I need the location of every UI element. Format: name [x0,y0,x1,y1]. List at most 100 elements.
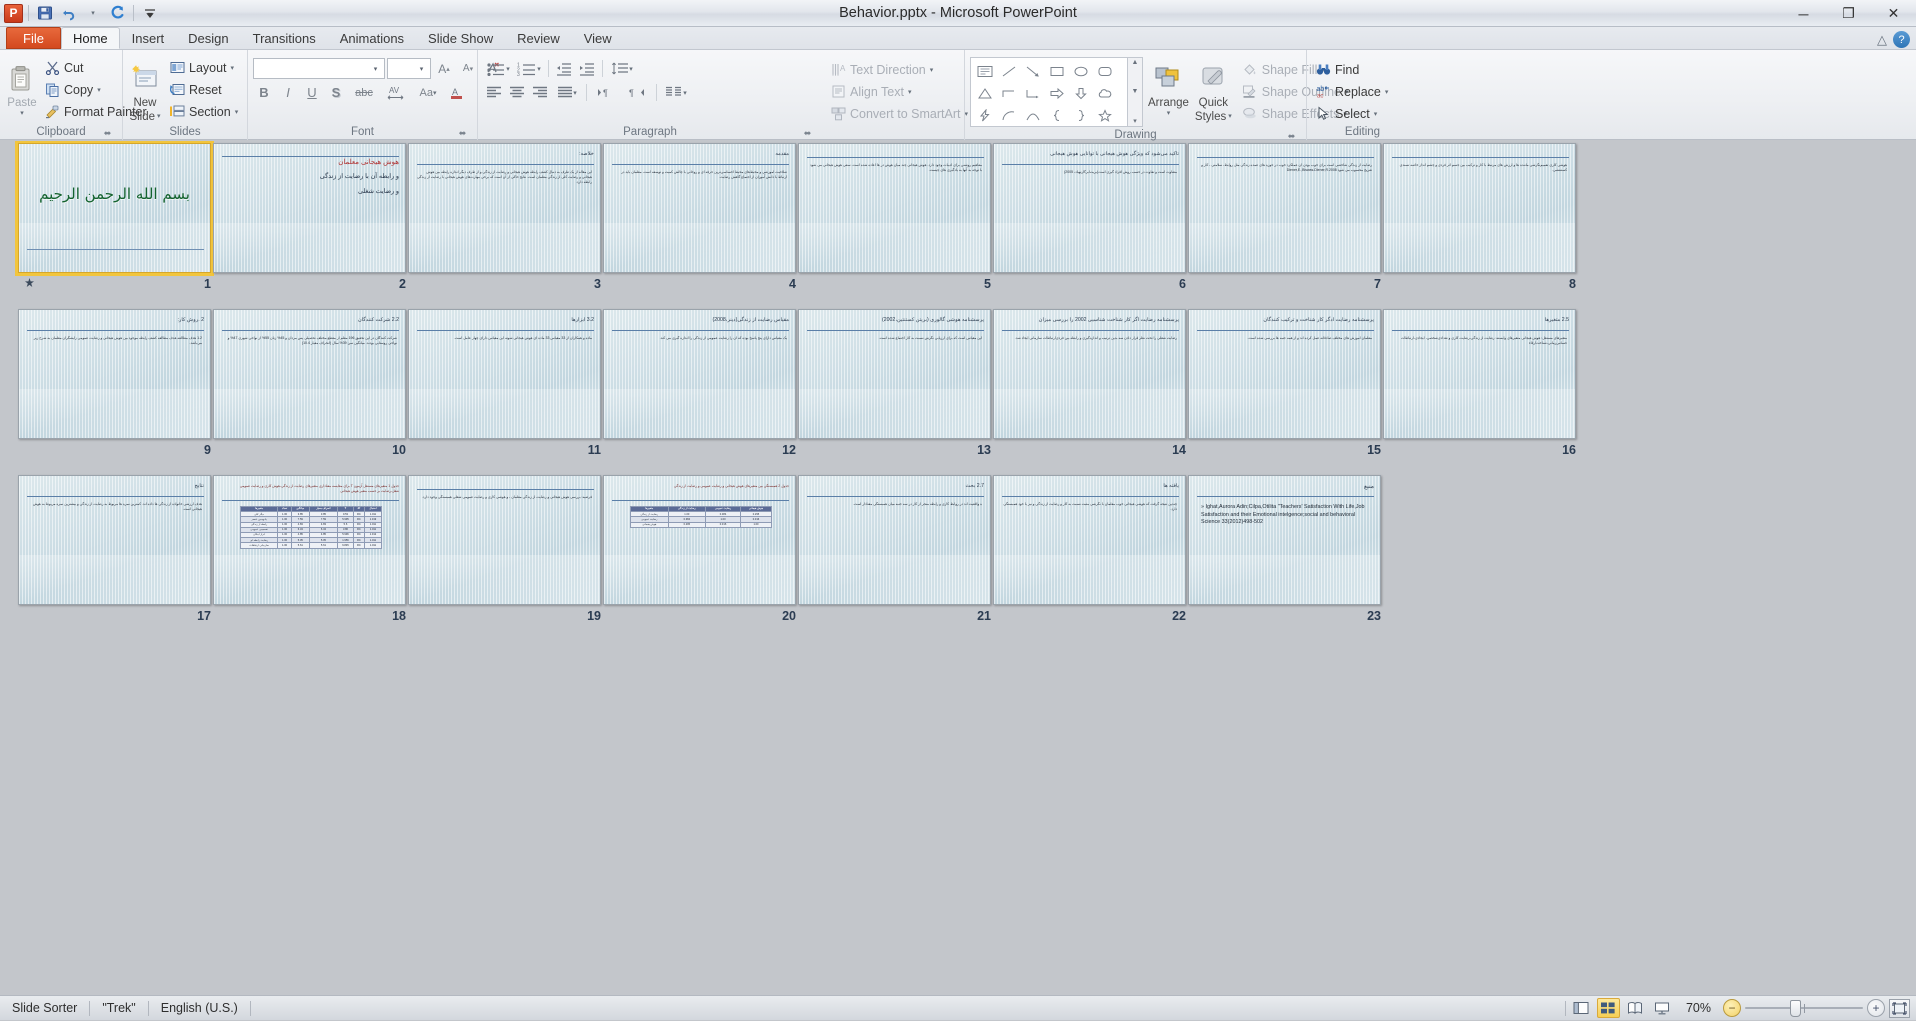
slide-surface[interactable]: رضایت از زندگی شاخصی است برای خوب بودن آ… [1188,143,1381,273]
right-to-left-icon[interactable]: ¶ [622,82,652,103]
shape-textbox-icon[interactable] [973,60,997,82]
slide-surface[interactable]: هوش هیجانی معلمانو رابطه آن با رضایت از … [213,143,406,273]
help-icon[interactable]: ? [1893,31,1910,48]
bullets-button[interactable]: ▾ [483,58,513,79]
change-case-button[interactable]: Aa▾ [413,82,443,103]
shape-down-arrow-icon[interactable] [1069,82,1093,104]
slide-thumbnail-14[interactable]: پرسشنامه رضایت اگر کار شناخت شناسیی 2002… [993,309,1186,461]
slide-surface[interactable]: بسم الله الرحمن الرحيم [18,143,211,273]
slide-sorter-view-button[interactable] [1597,998,1620,1018]
normal-view-button[interactable] [1570,998,1593,1018]
shape-lightning-icon[interactable] [973,104,997,126]
tab-design[interactable]: Design [176,27,240,49]
slide-thumbnail-3[interactable]: خلاصه:این مقاله از یک طرف به دنبال کشف ر… [408,143,601,295]
shape-right-brace-icon[interactable] [1069,104,1093,126]
slide-surface[interactable]: یافته هاچندین نتیجه گرفت که هوشی هیجانی … [993,475,1186,605]
convert-to-smartart-button[interactable]: Convert to SmartArt ▾ [827,103,974,124]
numbering-button[interactable]: 123▾ [514,58,544,79]
shape-star-icon[interactable] [1093,104,1117,126]
slide-thumbnail-1[interactable]: بسم الله الرحمن الرحيم1 [18,143,211,295]
text-direction-button[interactable]: A Text Direction ▾ [827,59,974,80]
slide-surface[interactable]: 2.5 متغیرهامتغیرهای مستقل: هوش هیجانی مت… [1383,309,1576,439]
slide-surface[interactable]: منبع» Ighat,Aurora Adin;Cilpa,Otilita "T… [1188,475,1381,605]
slide-surface[interactable]: مقیاس رضایت از زندگی(دینر،2008)یک مقیاس … [603,309,796,439]
slide-thumbnail-7[interactable]: رضایت از زندگی شاخصی است برای خوب بودن آ… [1188,143,1381,295]
justify-button[interactable]: ▾ [552,82,582,103]
decrease-indent-button[interactable] [553,58,575,79]
slide-thumbnail-23[interactable]: منبع» Ighat,Aurora Adin;Cilpa,Otilita "T… [1188,475,1381,627]
shape-rectangle-icon[interactable] [1045,60,1069,82]
slide-thumbnail-8[interactable]: هوشی کاری تعمیم‌نگرشی ماننده ها و ارزش ه… [1383,143,1576,295]
slide-surface[interactable]: 2 .روش کار:1.2 هدف مطالعه هدف مطالعه کشف… [18,309,211,439]
shape-arc-icon[interactable] [997,104,1021,126]
slide-thumbnail-10[interactable]: 2.2 شرکت کنندگانشرکت کنندگان در این تحقی… [213,309,406,461]
select-button[interactable]: Select ▾ [1312,103,1394,124]
slide-thumbnail-15[interactable]: پرسشنامه رضایت ادگر کار شناخت و ترکیب کن… [1188,309,1381,461]
grow-font-button[interactable]: A▴ [433,58,455,79]
tab-review[interactable]: Review [505,27,572,49]
slide-surface[interactable]: 3.2 ابزارهاماده و همکاران از 33 مقیاس 33… [408,309,601,439]
slide-surface[interactable]: مفاهیم روشنی برای ادبیات وجود دارد. هوش … [798,143,991,273]
shrink-font-button[interactable]: A▾ [457,58,479,79]
shape-right-arrow-icon[interactable] [1045,82,1069,104]
section-button[interactable]: Section ▾ [166,101,244,122]
fit-slide-to-window-icon[interactable] [1889,999,1910,1018]
new-slide-button[interactable]: New Slide ▾ [128,59,162,124]
zoom-percentage[interactable]: 70% [1678,1001,1719,1015]
slide-thumbnail-13[interactable]: پرسشنامه هوشی گالوری (بریتن کستنتین،2002… [798,309,991,461]
reset-button[interactable]: Reset [166,79,244,100]
slide-surface[interactable]: تاکید می‌شود که ویژگی هوش هیجانی با توان… [993,143,1186,273]
slide-sorter-pane[interactable]: بسم الله الرحمن الرحيم1هوش هیجانی معلمان… [0,141,1916,995]
align-left-button[interactable] [483,82,505,103]
shape-left-brace-icon[interactable] [1045,104,1069,126]
zoom-in-button[interactable]: + [1867,999,1885,1017]
slide-thumbnail-12[interactable]: مقیاس رضایت از زندگی(دینر،2008)یک مقیاس … [603,309,796,461]
shape-line-icon[interactable] [997,60,1021,82]
slide-surface[interactable]: هوشی کاری تعمیم‌نگرشی ماننده ها و ارزش ه… [1383,143,1576,273]
slide-thumbnail-9[interactable]: 2 .روش کار:1.2 هدف مطالعه هدف مطالعه کشف… [18,309,211,461]
tab-slide-show[interactable]: Slide Show [416,27,505,49]
font-dialog-launcher[interactable]: ⬌ [457,128,468,139]
find-button[interactable]: Find [1312,59,1394,80]
slide-thumbnail-19[interactable]: فرضیه: بررسی هوش هیجانی و رضایت از زندگی… [408,475,601,627]
zoom-out-button[interactable]: − [1723,999,1741,1017]
clipboard-dialog-launcher[interactable]: ⬌ [102,128,113,139]
shapes-gallery[interactable] [970,57,1128,127]
zoom-slider[interactable] [1745,999,1863,1017]
status-theme-name[interactable]: "Trek" [90,996,147,1021]
slide-thumbnail-20[interactable]: جدول 2 همبستگی بین متغیرهای هوش هیجانی و… [603,475,796,627]
align-right-button[interactable] [529,82,551,103]
shape-cloud-icon[interactable] [1093,82,1117,104]
layout-button[interactable]: Layout ▾ [166,57,244,78]
tab-file[interactable]: File [6,27,61,49]
italic-button[interactable]: I [277,82,299,103]
minimize-ribbon-icon[interactable]: △ [1877,32,1887,48]
slide-surface[interactable]: مقدمهصلاحیت آموزشی و محیط‌های محیط احساس… [603,143,796,273]
slide-surface[interactable]: نتایجهدف ارزشی خانواده از زندگی ها داده … [18,475,211,605]
bold-button[interactable]: B [253,82,275,103]
slide-thumbnail-5[interactable]: مفاهیم روشنی برای ادبیات وجود دارد. هوش … [798,143,991,295]
shape-arrow-icon[interactable] [1021,60,1045,82]
shape-elbow-connector-icon[interactable] [997,82,1021,104]
align-center-button[interactable] [506,82,528,103]
reading-view-button[interactable] [1624,998,1647,1018]
increase-indent-button[interactable] [576,58,598,79]
tab-animations[interactable]: Animations [328,27,416,49]
slide-thumbnail-6[interactable]: تاکید می‌شود که ویژگی هوش هیجانی با توان… [993,143,1186,295]
font-name-combo[interactable]: ▾ [253,58,385,79]
slide-thumbnail-16[interactable]: 2.5 متغیرهامتغیرهای مستقل: هوش هیجانی مت… [1383,309,1576,461]
slide-thumbnail-4[interactable]: مقدمهصلاحیت آموزشی و محیط‌های محیط احساس… [603,143,796,295]
font-size-combo[interactable]: ▾ [387,58,431,79]
slide-thumbnail-17[interactable]: نتایجهدف ارزشی خانواده از زندگی ها داده … [18,475,211,627]
gallery-more-icon[interactable]: ▾ [1133,117,1137,125]
restore-button[interactable]: ❐ [1826,0,1871,27]
slide-surface[interactable]: جدول 2 همبستگی بین متغیرهای هوش هیجانی و… [603,475,796,605]
left-to-right-icon[interactable]: ¶ [591,82,621,103]
tab-view[interactable]: View [572,27,624,49]
zoom-slider-handle[interactable] [1790,1000,1801,1017]
shape-elbow-arrow-connector-icon[interactable] [1021,82,1045,104]
slide-thumbnail-11[interactable]: 3.2 ابزارهاماده و همکاران از 33 مقیاس 33… [408,309,601,461]
font-color-button[interactable]: A [445,82,467,103]
slide-surface[interactable]: پرسشنامه رضایت اگر کار شناخت شناسیی 2002… [993,309,1186,439]
slide-surface[interactable]: خلاصه:این مقاله از یک طرف به دنبال کشف ر… [408,143,601,273]
